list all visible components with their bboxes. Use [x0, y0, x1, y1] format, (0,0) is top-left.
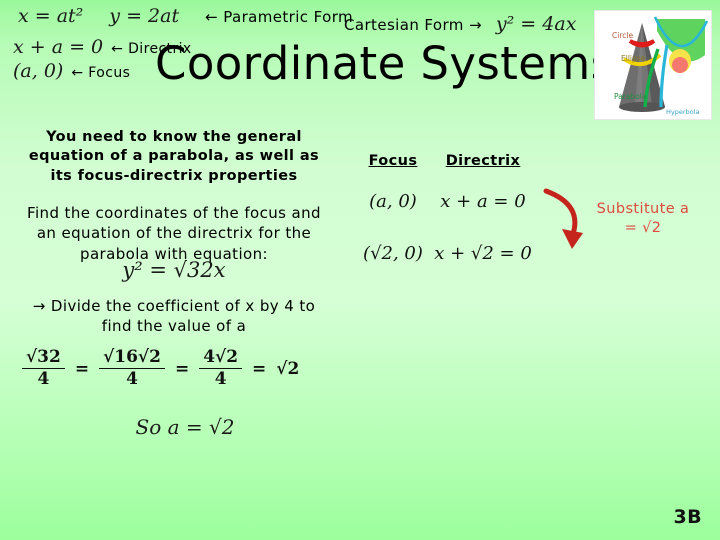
fraction-denominator: 4 [126, 368, 138, 389]
focus-column-header: Focus [368, 153, 418, 169]
fraction-numerator: √32 [22, 348, 65, 369]
parametric-form-row: x = at² y = 2at ← Parametric Form [18, 5, 353, 27]
focus-column-header-cell: Focus [352, 150, 434, 169]
divide-hint-text: → Divide the coefficient of x by 4 to fi… [32, 297, 316, 336]
fraction-step-2: √16√2 4 [99, 348, 165, 389]
hyperbola-label: Hyperbola [666, 108, 699, 116]
fraction-numerator: √16√2 [99, 348, 165, 369]
fraction-numerator: 4√2 [199, 348, 243, 369]
conic-sections-image: Circle Ellipse Parabola Hyperbola [594, 10, 712, 120]
page-title: Coordinate Systems [155, 37, 615, 90]
results-table: Focus Directrix (a, 0) x + a = 0 (√2, 0)… [352, 150, 532, 264]
slide-canvas: x = at² y = 2at ← Parametric Form x + a … [0, 0, 720, 540]
table-row: (√2, 0) x + √2 = 0 [352, 243, 532, 264]
learning-objective-text: You need to know the general equation of… [28, 129, 320, 184]
fraction-denominator: 4 [214, 368, 227, 389]
focus-label: ← Focus [71, 65, 131, 81]
directrix-column-header: Directrix [445, 153, 521, 169]
solved-directrix-cell: x + √2 = 0 [434, 243, 532, 264]
final-value: √2 [276, 358, 300, 379]
cartesian-form-label: Cartesian Form → [344, 16, 482, 34]
working-chain: √32 4 = √16√2 4 = 4√2 4 = √2 [22, 348, 322, 389]
equals-sign-3: = [252, 358, 267, 379]
substitute-note-line1: Substitute a [596, 201, 690, 217]
focus-point-row: (a, 0) ← Focus [13, 60, 130, 82]
table-row: (a, 0) x + a = 0 [352, 191, 532, 212]
fraction-step-3: 4√2 4 [199, 348, 243, 389]
table-header-row: Focus Directrix [352, 150, 532, 169]
general-directrix-value: x + a = 0 [440, 191, 526, 212]
general-focus-cell: (a, 0) [352, 191, 434, 212]
given-equation: y² = √32x [122, 258, 226, 282]
fraction-denominator: 4 [37, 368, 50, 389]
general-focus-value: (a, 0) [369, 191, 417, 212]
circle-label: Circle [612, 31, 633, 40]
circle-shape [672, 57, 688, 73]
substitute-note-line2: = √2 [624, 219, 662, 236]
focus-point: (a, 0) [13, 60, 64, 82]
parabola-label: Parabola [614, 92, 647, 101]
solved-focus-value: (√2, 0) [363, 243, 423, 264]
slide-number: 3B [673, 506, 702, 528]
parametric-x-equation: x = at² [18, 5, 84, 27]
ellipse-label: Ellipse [621, 54, 646, 63]
parametric-y-equation: y = 2at [109, 5, 180, 27]
equals-sign-1: = [74, 358, 90, 379]
general-directrix-cell: x + a = 0 [434, 191, 532, 212]
equals-sign-2: = [174, 358, 190, 379]
cartesian-equation: y² = 4ax [495, 13, 577, 35]
solved-directrix-value: x + √2 = 0 [434, 243, 532, 264]
question-text: Find the coordinates of the focus and an… [27, 204, 321, 263]
solved-focus-cell: (√2, 0) [352, 243, 434, 264]
directrix-column-header-cell: Directrix [434, 150, 532, 169]
cartesian-form-row: Cartesian Form → y² = 4ax [344, 13, 576, 35]
directrix-equation: x + a = 0 [13, 36, 104, 58]
conclusion-text: So a = √2 [135, 415, 235, 439]
fraction-step-1: √32 4 [22, 348, 65, 389]
parametric-form-label: ← Parametric Form [205, 8, 354, 26]
substitute-note: Substitute a = √2 [578, 200, 708, 238]
